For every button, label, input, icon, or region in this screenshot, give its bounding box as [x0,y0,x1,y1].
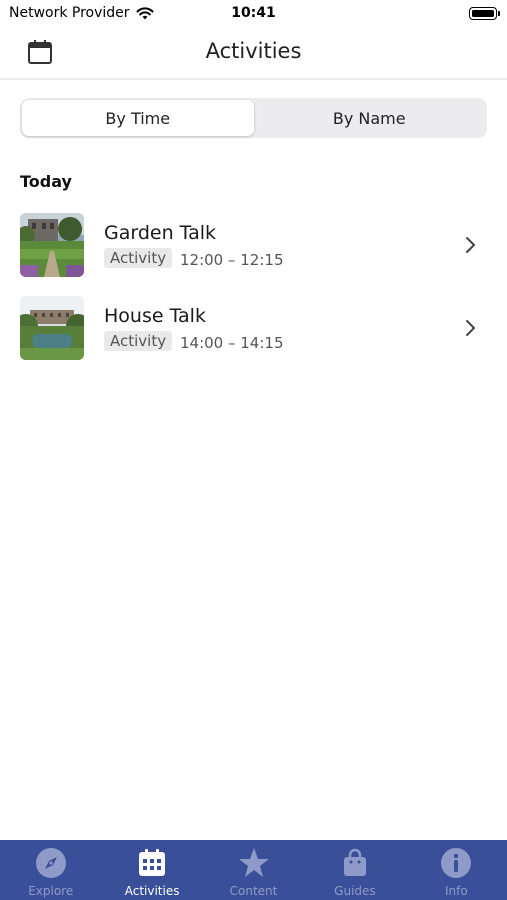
chevron-right-icon [466,237,475,253]
tab-explore[interactable]: Explore [0,840,101,900]
navigation-bar: Activities [0,28,507,80]
activity-badge: Activity [104,331,173,351]
activities-screen: Network Provider 10:41 Activities By Tim… [0,0,507,900]
status-bar: Network Provider 10:41 [0,0,507,28]
calendar-grid-icon [136,847,168,879]
tab-info[interactable]: Info [406,840,507,900]
tab-guides[interactable]: Guides [304,840,405,900]
page-title: Activities [205,39,302,63]
compass-icon [35,847,67,879]
tab-label: Content [229,884,278,898]
activity-title: Garden Talk [104,222,217,244]
activity-time: 14:00 – 14:15 [180,334,284,352]
tab-activities[interactable]: Activities [101,840,202,900]
status-time: 10:41 [231,5,276,21]
garden-thumbnail [20,213,84,277]
bag-icon [339,847,371,879]
tab-bar: Explore Activities Content Guides Info [0,840,507,900]
sort-segmented-control: By Time By Name [20,98,487,138]
battery-icon [469,7,500,20]
activity-row-garden-talk[interactable]: Garden Talk Activity 12:00 – 12:15 [0,210,507,293]
activity-badge: Activity [104,248,173,268]
house-thumbnail [20,296,84,360]
tab-label: Explore [28,884,74,898]
activity-list: Garden Talk Activity 12:00 – 12:15 House… [0,210,507,376]
activity-time: 12:00 – 12:15 [180,251,284,269]
tab-content[interactable]: Content [203,840,304,900]
chevron-right-icon [466,320,475,336]
segment-by-time[interactable]: By Time [22,100,254,136]
tab-label: Info [444,884,468,898]
tab-label: Activities [124,884,180,898]
activity-row-house-talk[interactable]: House Talk Activity 14:00 – 14:15 [0,293,507,376]
info-icon [440,847,472,879]
tab-label: Guides [334,884,376,898]
activity-title: House Talk [104,305,206,327]
section-header-today: Today [20,172,72,191]
segment-by-name[interactable]: By Name [254,100,486,136]
star-icon [238,847,270,879]
